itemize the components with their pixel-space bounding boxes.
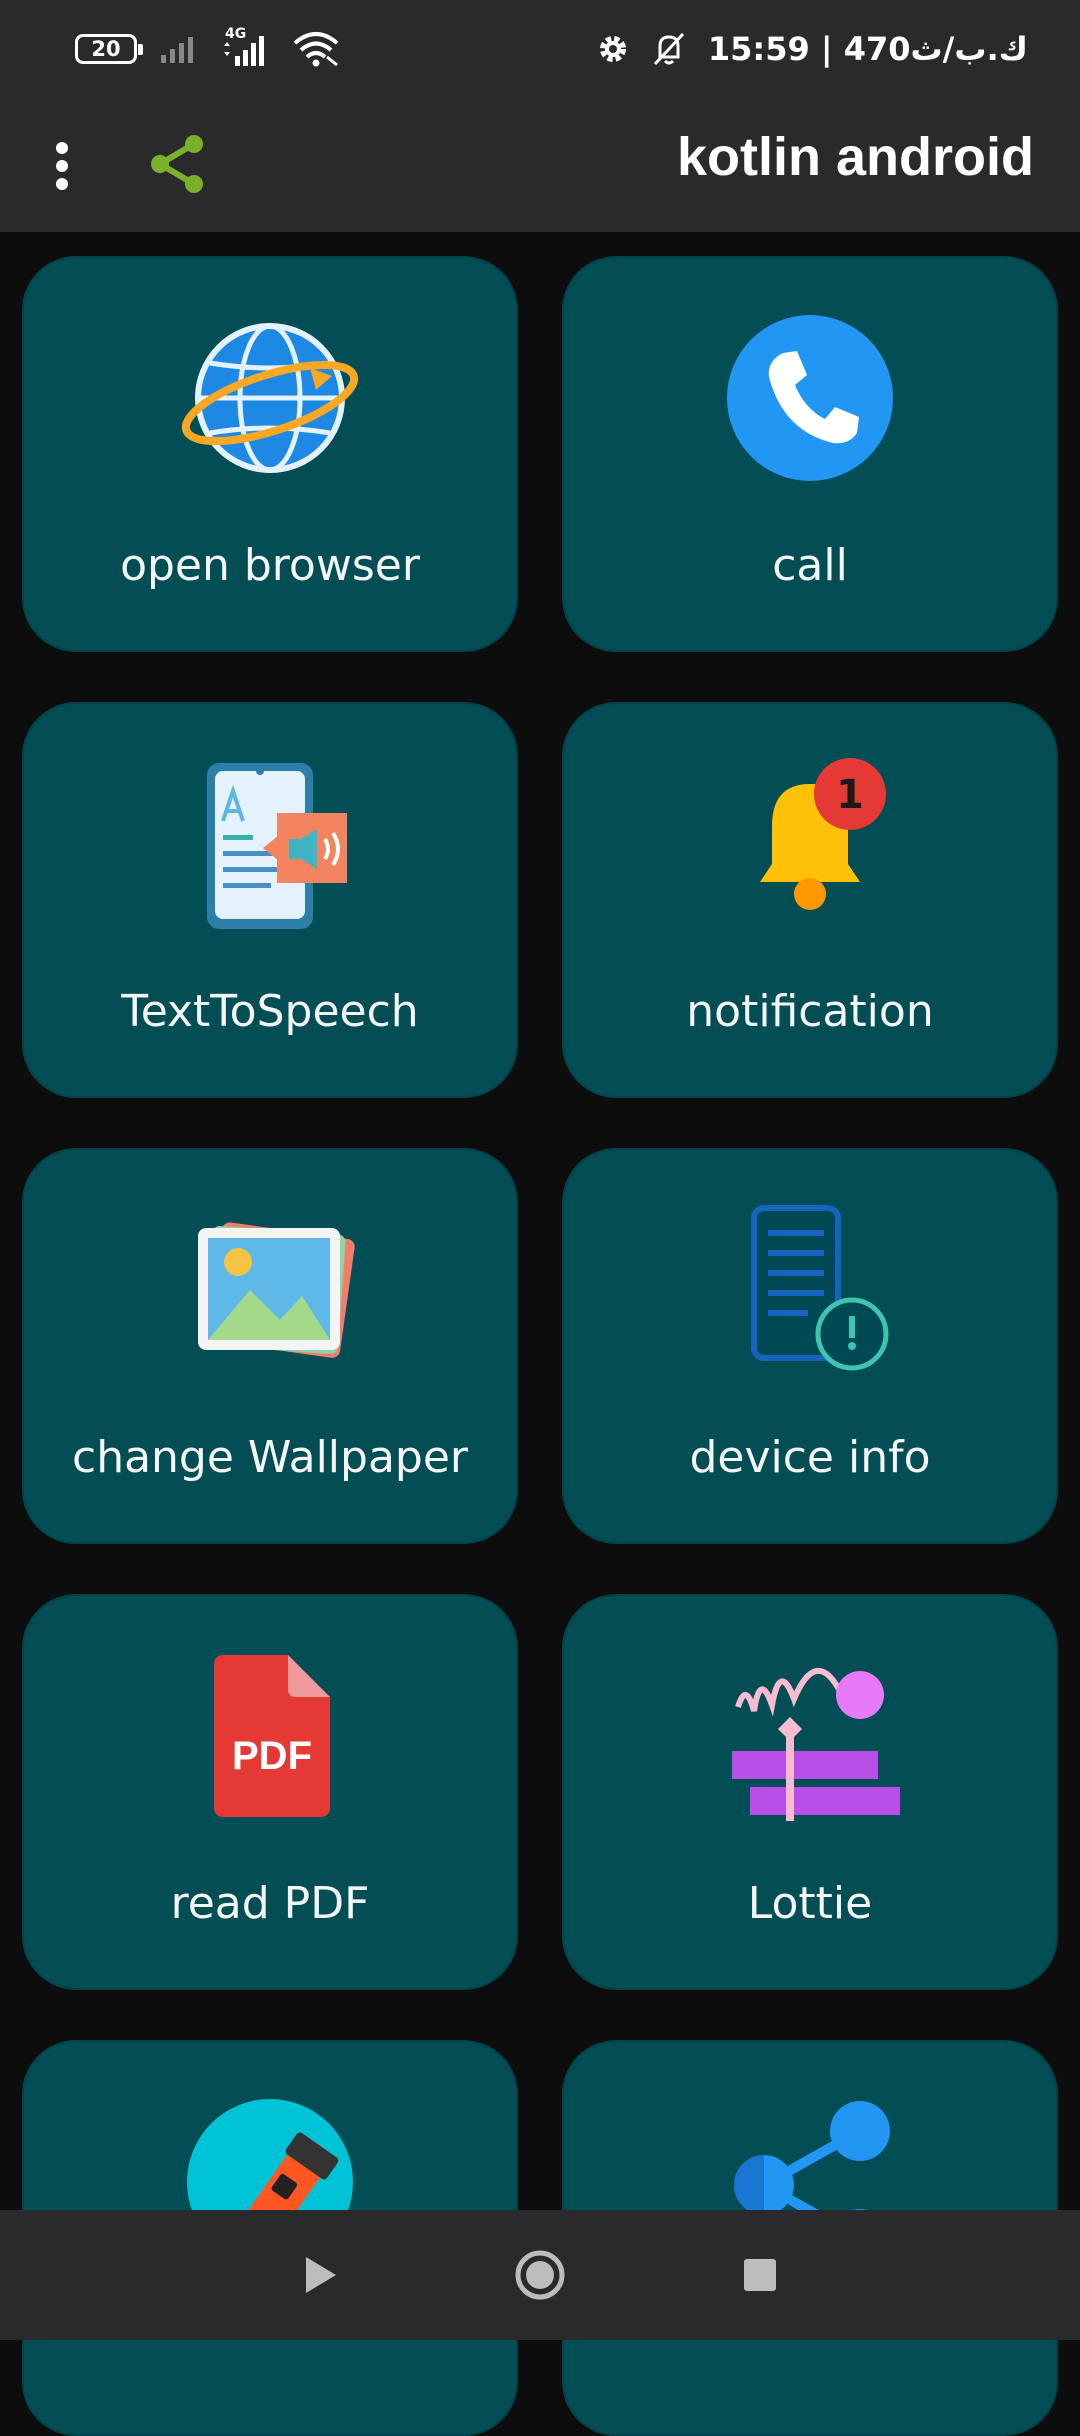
feature-grid: open browser call TextToSpeech 1 notific… (22, 256, 1058, 2436)
notification-bell-icon: 1 (720, 754, 900, 934)
card-label: TextToSpeech (121, 986, 419, 1037)
wallpaper-image-icon (180, 1200, 360, 1380)
phone-icon (720, 308, 900, 488)
status-time-speed: 15:59 | 470ك.ب/ث (707, 30, 1028, 68)
battery-level: 20 (91, 37, 121, 61)
home-circle-icon (515, 2250, 565, 2300)
card-label: device info (689, 1432, 931, 1483)
home-button[interactable] (430, 2225, 650, 2325)
pdf-file-icon: PDF (180, 1646, 360, 1826)
signal-icon (161, 37, 193, 63)
recents-square-icon (744, 2259, 776, 2291)
more-options-button[interactable] (38, 128, 86, 204)
text-to-speech-icon (180, 754, 360, 934)
settings-icon (599, 36, 626, 62)
more-vert-icon (56, 142, 68, 190)
status-bar-left: 20 4G (75, 26, 341, 68)
back-triangle-icon (306, 2257, 336, 2293)
wifi-icon (293, 32, 339, 67)
card-read-pdf[interactable]: PDF read PDF (22, 1594, 518, 1990)
card-lottie[interactable]: Lottie (562, 1594, 1058, 1990)
device-info-icon (720, 1200, 900, 1380)
bell-off-icon (653, 32, 684, 66)
signal-4g-icon: 4G (221, 26, 269, 68)
status-bar-right: 15:59 | 470ك.ب/ث (596, 30, 1028, 68)
app-bar: kotlin android (0, 98, 1080, 232)
back-button[interactable] (210, 2225, 430, 2325)
recents-button[interactable] (650, 2225, 870, 2325)
globe-icon (180, 308, 360, 488)
notification-count: 1 (836, 772, 864, 818)
card-label: Lottie (747, 1878, 873, 1929)
card-call[interactable]: call (562, 256, 1058, 652)
card-notification[interactable]: 1 notification (562, 702, 1058, 1098)
battery-icon: 20 (75, 34, 143, 64)
card-device-info[interactable]: device info (562, 1148, 1058, 1544)
card-change-wallpaper[interactable]: change Wallpaper (22, 1148, 518, 1544)
lottie-animation-icon (720, 1646, 900, 1826)
card-label: read PDF (170, 1878, 370, 1929)
card-label: notification (686, 986, 934, 1037)
status-bar: 20 4G 15:59 | 470ك.ب/ث (0, 0, 1080, 98)
card-label: open browser (120, 540, 420, 591)
share-icon (151, 135, 203, 193)
share-button[interactable] (140, 124, 214, 204)
card-open-browser[interactable]: open browser (22, 256, 518, 652)
card-label: change Wallpaper (72, 1432, 468, 1483)
card-text-to-speech[interactable]: TextToSpeech (22, 702, 518, 1098)
system-nav-bar (0, 2210, 1080, 2340)
pdf-badge-text: PDF (232, 1734, 312, 1778)
card-label: call (772, 540, 848, 591)
page-title: kotlin android (677, 127, 1034, 187)
